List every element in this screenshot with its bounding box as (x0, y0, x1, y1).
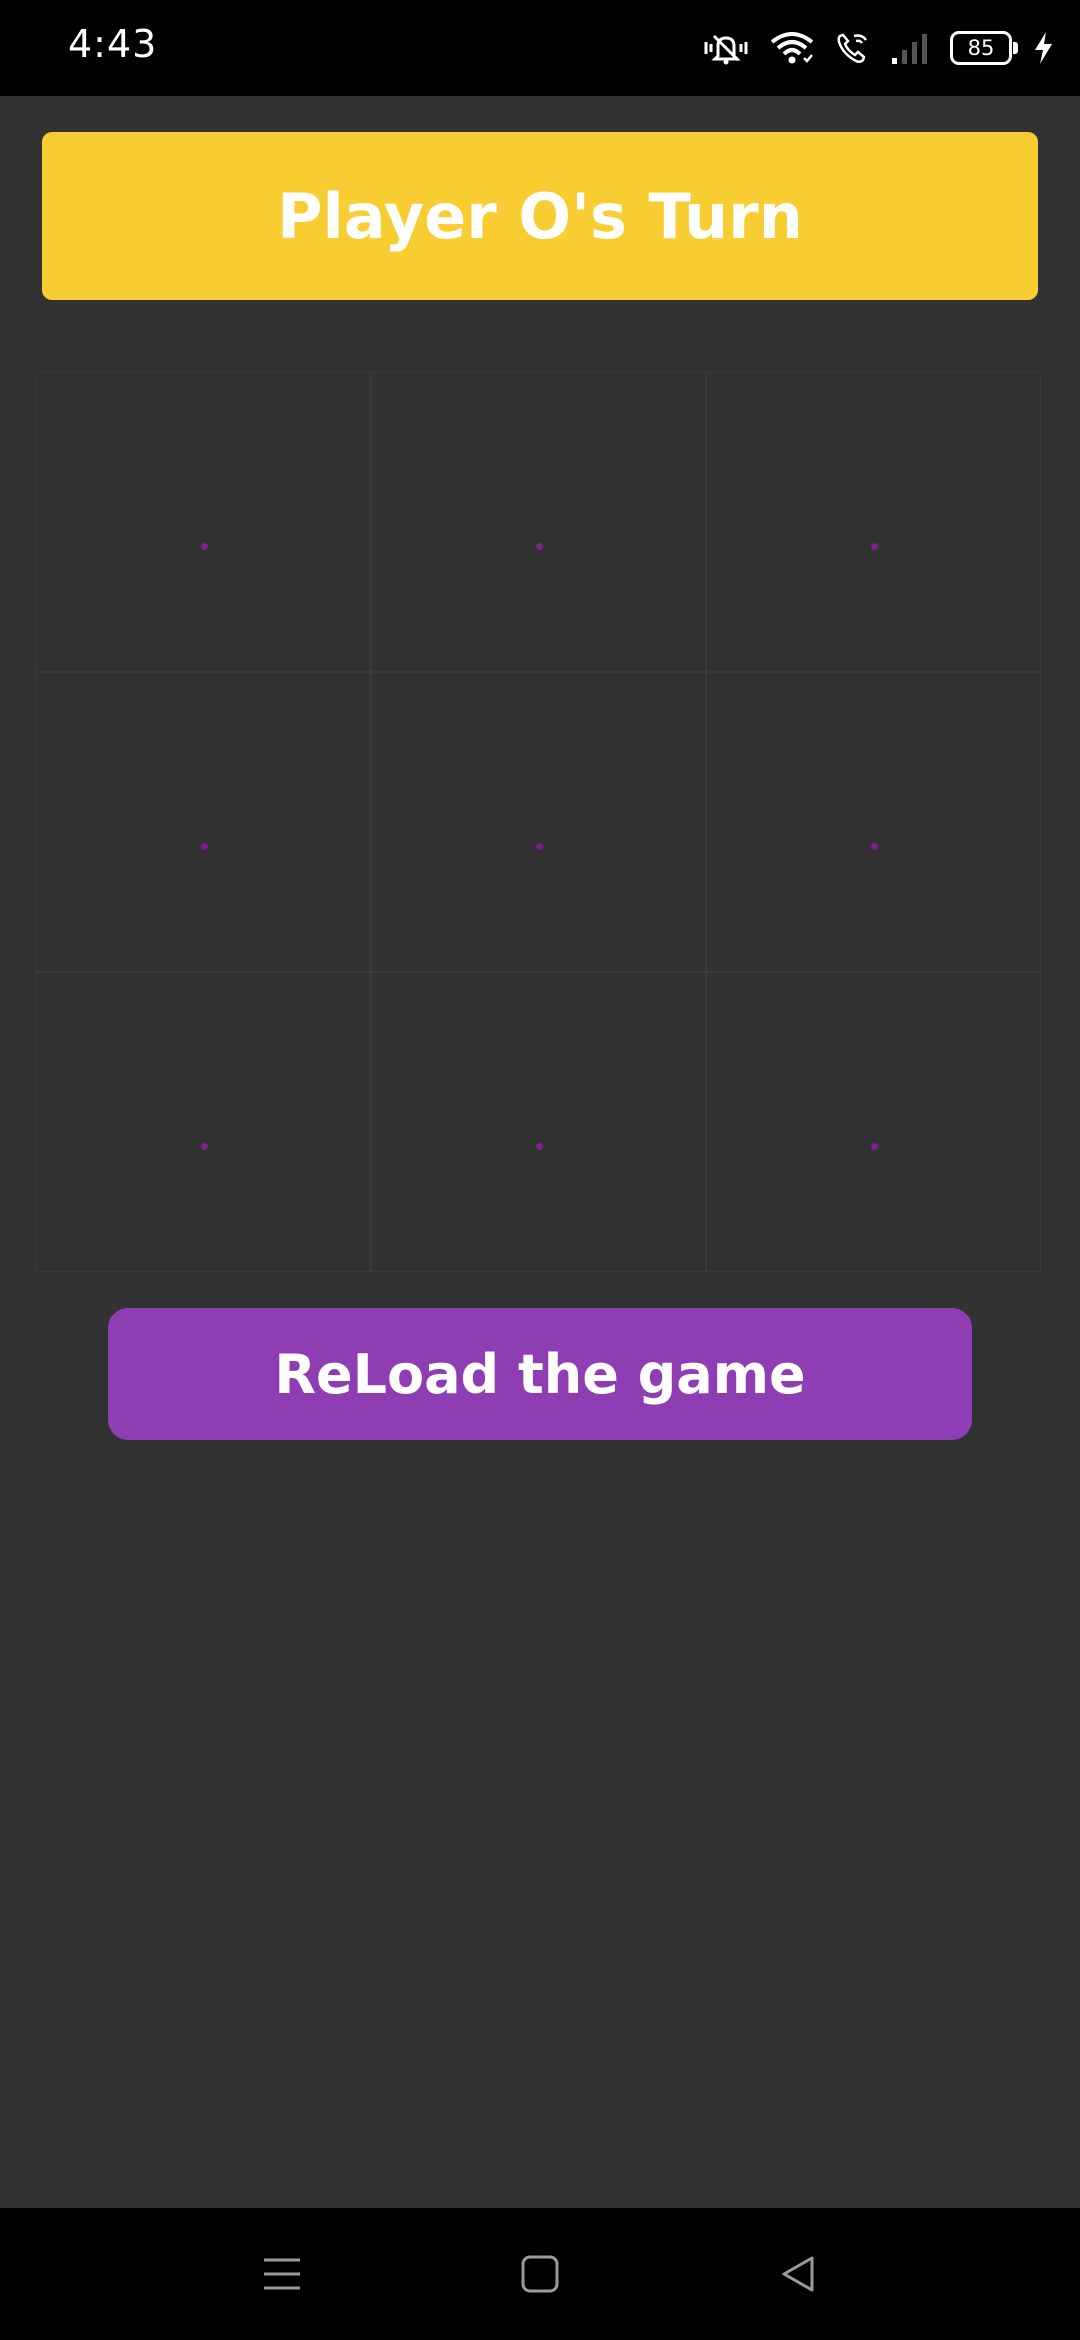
back-icon[interactable] (772, 2248, 824, 2300)
charging-bolt-icon (1032, 30, 1054, 66)
cell-mark (200, 842, 208, 850)
board-cell[interactable] (371, 972, 706, 1272)
cell-signal-icon (890, 30, 930, 66)
wifi-calling-icon (834, 30, 870, 66)
board-cell[interactable] (371, 672, 706, 972)
reload-game-button[interactable]: ReLoad the game (108, 1308, 972, 1440)
wifi-icon (770, 30, 814, 66)
board-cell[interactable] (706, 372, 1041, 672)
battery-icon: 85 (950, 31, 1018, 65)
cell-mark (200, 542, 208, 550)
cell-mark (870, 542, 878, 550)
status-bar: 4:43 85 (0, 0, 1080, 96)
navigation-bar (0, 2208, 1080, 2340)
cell-mark (870, 842, 878, 850)
board-cell[interactable] (36, 672, 371, 972)
turn-banner: Player O's Turn (42, 132, 1038, 300)
board-cell[interactable] (706, 672, 1041, 972)
board-cell[interactable] (36, 972, 371, 1272)
status-time: 4:43 (68, 22, 158, 66)
board-cell[interactable] (371, 372, 706, 672)
board-cell[interactable] (706, 972, 1041, 1272)
cell-mark (200, 1142, 208, 1150)
app-screen: 4:43 85 Player O's Turn ReLoad the game (0, 0, 1080, 2340)
cell-mark (535, 542, 543, 550)
board-cell[interactable] (36, 372, 371, 672)
menu-icon[interactable] (256, 2248, 308, 2300)
status-icons: 85 (702, 26, 1054, 70)
game-board (36, 372, 1041, 1272)
vibrate-mute-icon (702, 30, 750, 66)
cell-mark (870, 1142, 878, 1150)
cell-mark (535, 1142, 543, 1150)
home-icon[interactable] (514, 2248, 566, 2300)
cell-mark (535, 842, 543, 850)
